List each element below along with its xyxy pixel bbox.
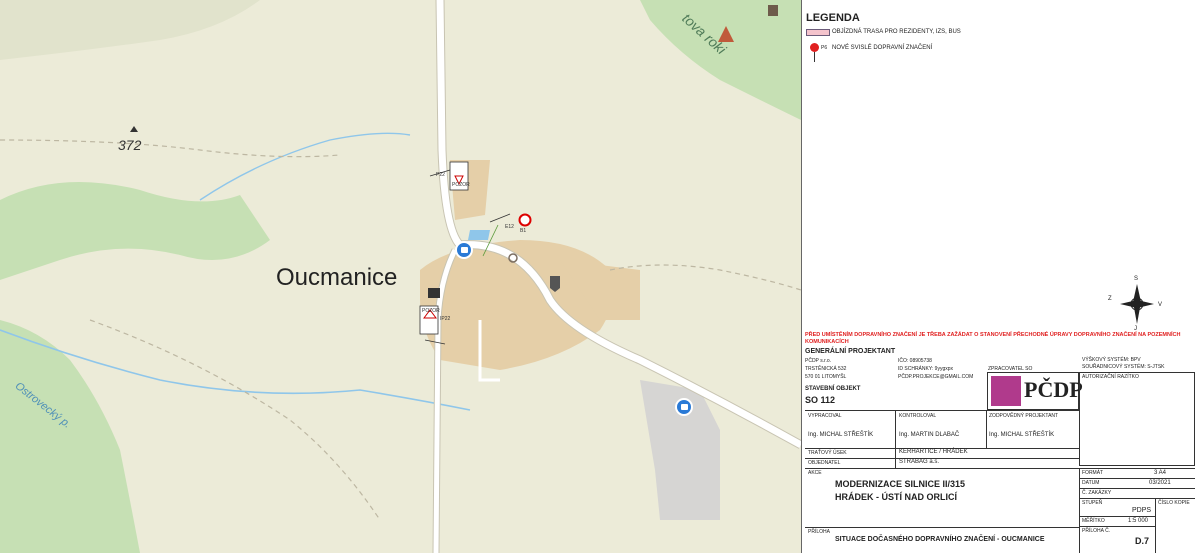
zodpovedny-label: ZODPOVĚDNÝ PROJEKTANT bbox=[989, 413, 1059, 419]
logo-devil-icon bbox=[991, 376, 1021, 406]
table-line bbox=[805, 458, 1079, 459]
priloha-c-label: PŘÍLOHA Č. bbox=[1082, 528, 1111, 534]
table-line bbox=[1079, 468, 1080, 553]
priloha-c-value: D.7 bbox=[1135, 536, 1150, 546]
sign-label: POZOR bbox=[452, 182, 470, 188]
no-entry-sign-icon[interactable] bbox=[518, 213, 532, 227]
company-id-line: IČO: 08905738 bbox=[898, 358, 932, 364]
priloha-label: PŘÍLOHA bbox=[808, 529, 830, 535]
so-value: SO 112 bbox=[805, 395, 836, 405]
tratovy-label: TRAŤOVÝ ÚSEK bbox=[808, 450, 847, 456]
legend-title: LEGENDA bbox=[806, 12, 860, 24]
vypracoval-label: VYPRACOVAL bbox=[808, 413, 842, 419]
stamp-box: AUTORIZAČNÍ RAZÍTKO bbox=[1079, 372, 1195, 466]
cislo-kopie-label: ČÍSLO KOPIE bbox=[1158, 500, 1190, 506]
bus-stop-icon[interactable] bbox=[455, 241, 473, 259]
zakazky-label: Č. ZAKÁZKY bbox=[1082, 490, 1112, 496]
camera-icon bbox=[428, 288, 440, 298]
sign-post-icon bbox=[814, 52, 815, 62]
company-line: TRSTĚNICKÁ 532 bbox=[805, 366, 847, 372]
permit-note: PŘED UMÍSTĚNÍM DOPRAVNÍHO ZNAČENÍ JE TŘE… bbox=[805, 332, 1181, 345]
meritko-label: MĚŘÍTKO bbox=[1082, 518, 1105, 524]
sign-label: IP22 bbox=[440, 316, 451, 322]
datum-value: 03/2021 bbox=[1149, 480, 1171, 486]
akce-line-2: HRÁDEK - ÚSTÍ NAD ORLICÍ bbox=[835, 492, 957, 502]
sign-sample-code: P6 bbox=[821, 45, 828, 51]
bus-stop-icon[interactable] bbox=[675, 398, 693, 416]
so-label: STAVEBNÍ OBJEKT bbox=[805, 386, 861, 392]
table-line bbox=[1079, 516, 1155, 517]
detour-route-line-icon bbox=[806, 29, 830, 36]
datum-label: DATUM bbox=[1082, 480, 1100, 486]
sign-label: B1 bbox=[520, 228, 527, 234]
system-line: VÝŠKOVÝ SYSTÉM: BPV bbox=[1082, 357, 1141, 363]
system-line: SOUŘADNICOVÝ SYSTÉM: S-JTSK bbox=[1082, 364, 1165, 370]
akce-line-1: MODERNIZACE SILNICE II/315 bbox=[835, 479, 966, 489]
general-designer-label: GENERÁLNÍ PROJEKTANT bbox=[805, 348, 896, 355]
compass-label: V bbox=[1158, 302, 1163, 308]
company-line: PČDP s.r.o. bbox=[805, 358, 832, 364]
table-line bbox=[805, 527, 1079, 528]
table-line bbox=[1079, 498, 1195, 499]
elevation-label: 372 bbox=[118, 137, 142, 153]
map-view[interactable]: Oucmanice 372 Ostrovecký p. tova roki PO… bbox=[0, 0, 801, 553]
akce-label: AKCE bbox=[808, 470, 822, 476]
map-canvas bbox=[0, 0, 801, 553]
table-line bbox=[1079, 526, 1155, 527]
new-sign-icon bbox=[810, 43, 819, 52]
stupen-value: PDPS bbox=[1132, 507, 1152, 514]
village-label: Oucmanice bbox=[276, 264, 398, 291]
objednatel-value: STRABAG a.s. bbox=[899, 459, 940, 465]
drawing-panel: LEGENDA OBJÍZDNÁ TRASA PRO REZIDENTY, IZ… bbox=[801, 0, 1200, 553]
zodpovedny-value: Ing. MICHAL STŘEŠTÍK bbox=[989, 432, 1055, 438]
company-id-line: ID SCHRÁNKY: 9yygxpx bbox=[898, 366, 954, 372]
table-line bbox=[895, 410, 896, 448]
stupen-label: STUPEŇ bbox=[1082, 500, 1103, 506]
vypracoval-value: Ing. MICHAL STŘEŠTÍK bbox=[808, 432, 874, 438]
sign-label: E12 bbox=[505, 224, 514, 230]
compass-label: S bbox=[1134, 276, 1139, 282]
logo-box: PČDP bbox=[987, 372, 1083, 410]
compass-label: Z bbox=[1108, 296, 1112, 302]
logo-text: PČDP bbox=[1024, 377, 1083, 402]
pond bbox=[468, 230, 490, 240]
table-line bbox=[1155, 498, 1156, 553]
table-line bbox=[1079, 478, 1195, 479]
compass-rose-icon bbox=[1120, 284, 1154, 324]
objednatel-label: OBJEDNATEL bbox=[808, 460, 841, 466]
priloha-title: SITUACE DOČASNÉHO DOPRAVNÍHO ZNAČENÍ - O… bbox=[835, 536, 1045, 543]
sign-label: POZOR bbox=[422, 308, 440, 314]
stamp-label: AUTORIZAČNÍ RAZÍTKO bbox=[1082, 374, 1139, 380]
kontroloval-value: Ing. MARTIN DLABAČ bbox=[899, 432, 960, 438]
meritko-value: 1:5 000 bbox=[1128, 518, 1149, 524]
company-email: PČDP.PROJEKCE@GMAIL.COM bbox=[898, 374, 974, 380]
table-line bbox=[805, 468, 1195, 469]
table-line bbox=[986, 410, 987, 448]
company-line: 570 01 LITOMYŠL bbox=[805, 374, 847, 380]
format-label: FORMÁT bbox=[1082, 470, 1104, 476]
legend-item-label: OBJÍZDNÁ TRASA PRO REZIDENTY, IZS, BUS bbox=[832, 29, 961, 35]
kontroloval-label: KONTROLOVAL bbox=[899, 413, 937, 419]
table-line bbox=[1079, 488, 1195, 489]
format-value: 3 A4 bbox=[1154, 470, 1167, 476]
sign-label: P22 bbox=[436, 172, 445, 178]
legend-item-label: NOVÉ SVISLÉ DOPRAVNÍ ZNAČENÍ bbox=[832, 45, 933, 51]
table-line bbox=[805, 410, 1079, 411]
building-icon bbox=[768, 5, 778, 16]
tratovy-value: KERHARTICE / HRÁDEK bbox=[899, 449, 968, 455]
